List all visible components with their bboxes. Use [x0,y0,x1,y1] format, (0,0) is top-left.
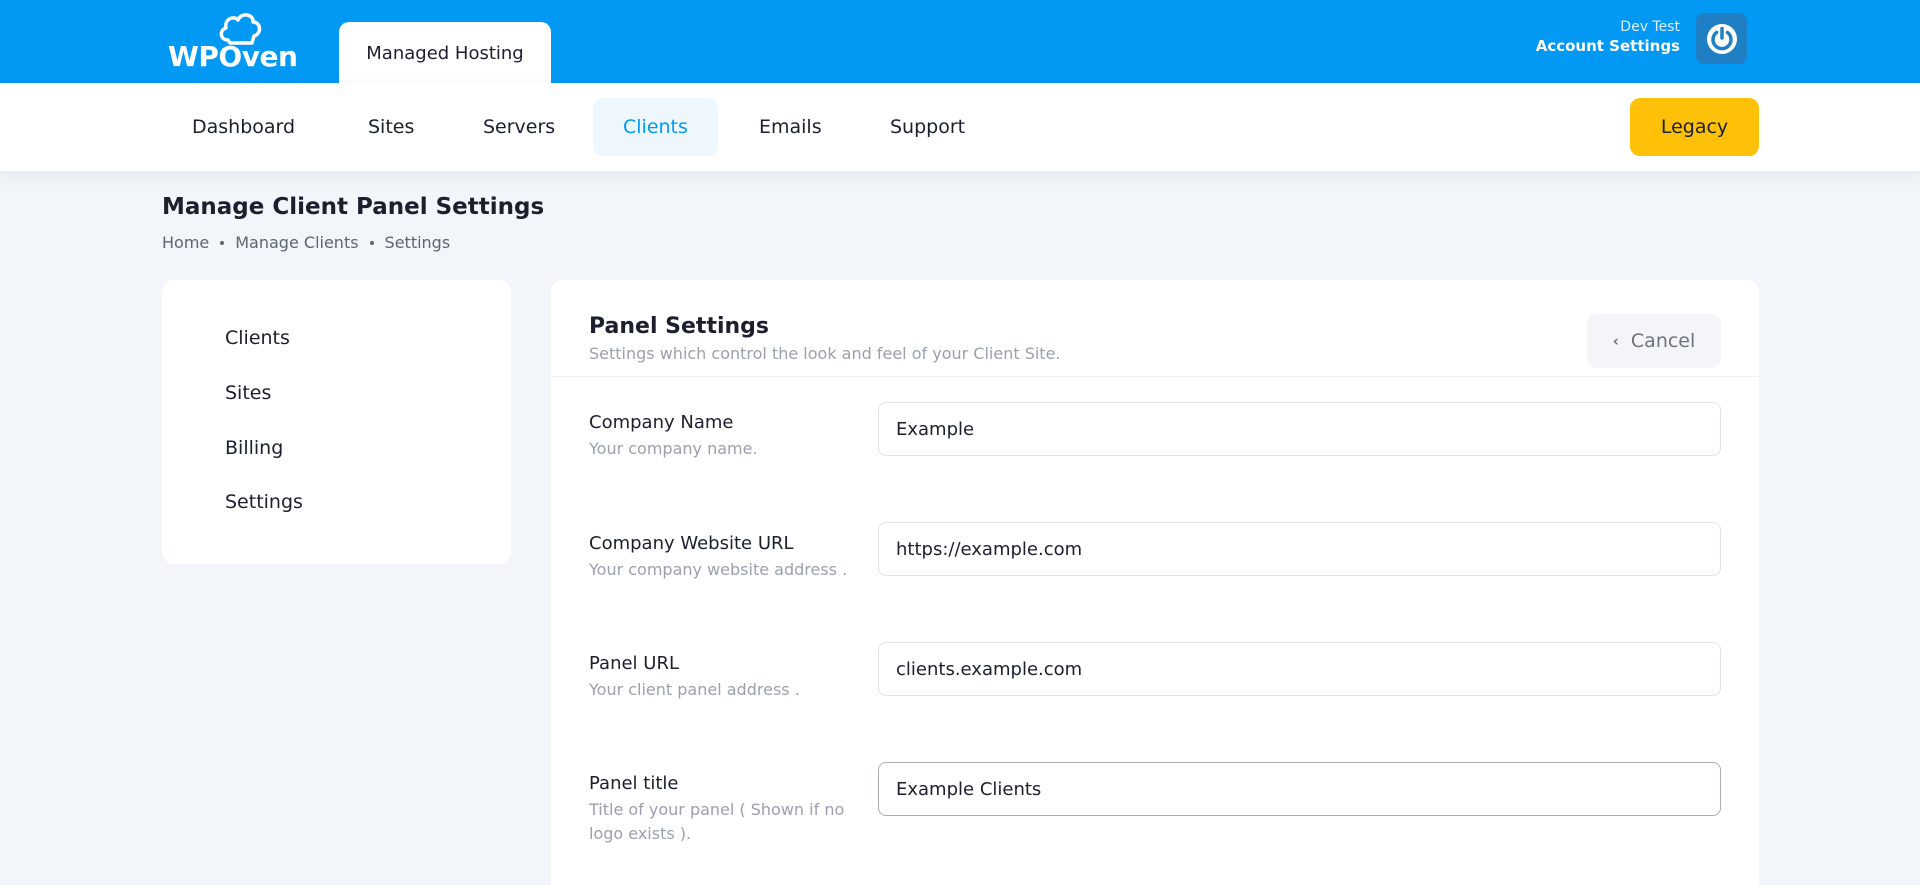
logo-text: WPOven [168,40,298,73]
avatar[interactable] [1696,13,1747,64]
panel-settings-subtitle: Settings which control the look and feel… [589,344,1061,363]
breadcrumb-separator [220,240,225,245]
company-website-help: Your company website address . [589,560,848,579]
panel-url-help: Your client panel address . [589,680,800,699]
company-name-input[interactable] [878,402,1721,456]
breadcrumb-home[interactable]: Home [162,233,209,252]
panel-settings-card: Panel Settings Settings which control th… [551,280,1759,885]
breadcrumb: Home Manage Clients Settings [162,233,450,252]
sidebar-item-clients[interactable]: Clients [225,327,290,349]
main-nav: Dashboard Sites Servers Clients Emails S… [0,83,1920,171]
chevron-left-icon: ‹ [1612,332,1619,350]
client-sidebar: Clients Sites Billing Settings [162,280,511,564]
company-website-input[interactable] [878,522,1721,576]
legacy-button[interactable]: Legacy [1630,98,1759,156]
nav-item-clients[interactable]: Clients [593,98,718,156]
account-user-name: Dev Test [1620,19,1680,35]
account-menu[interactable]: Dev Test Account Settings [1536,18,1680,56]
top-bar: WPOven Managed Hosting Dev Test Account … [0,0,1920,84]
sidebar-item-sites[interactable]: Sites [225,382,271,404]
panel-title-input[interactable] [878,762,1721,816]
cancel-label: Cancel [1630,330,1696,352]
panel-title-help: Title of your panel ( Shown if no logo e… [589,800,845,843]
panel-settings-title: Panel Settings [589,314,770,339]
nav-item-dashboard[interactable]: Dashboard [162,98,325,156]
page-title: Manage Client Panel Settings [162,194,545,220]
nav-item-support[interactable]: Support [860,98,995,156]
power-icon [1706,23,1737,54]
sidebar-item-billing[interactable]: Billing [225,437,283,459]
breadcrumb-manage-clients[interactable]: Manage Clients [235,233,358,252]
company-website-label: Company Website URL [589,533,794,554]
nav-item-sites[interactable]: Sites [338,98,444,156]
panel-url-label: Panel URL [589,653,679,674]
breadcrumb-separator [369,240,374,245]
card-divider [551,376,1759,377]
sidebar-item-settings[interactable]: Settings [225,491,303,513]
cancel-button[interactable]: ‹ Cancel [1587,314,1721,368]
account-settings-link[interactable]: Account Settings [1536,37,1680,56]
nav-item-servers[interactable]: Servers [453,98,585,156]
company-name-help: Your company name. [589,439,758,458]
nav-item-emails[interactable]: Emails [729,98,852,156]
managed-hosting-tab[interactable]: Managed Hosting [339,22,551,84]
company-name-label: Company Name [589,412,734,433]
panel-url-input[interactable] [878,642,1721,696]
panel-title-label: Panel title [589,773,679,794]
wpoven-logo[interactable]: WPOven [168,10,298,73]
breadcrumb-settings: Settings [384,233,451,252]
